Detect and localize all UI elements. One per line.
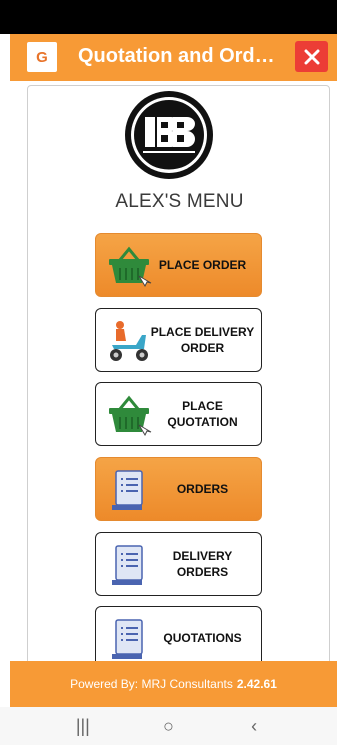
brand-logo	[125, 91, 213, 179]
menu-card: ALEX'S MENU PLACE ORDER PLACE DELIVERY O…	[27, 85, 330, 675]
close-button[interactable]	[295, 41, 328, 72]
footer-version: 2.42.61	[236, 677, 277, 691]
place-order-label: PLACE ORDER	[158, 258, 247, 272]
app-header: G Quotation and Orde...	[10, 34, 337, 81]
footer: Powered By: MRJ Consultants 2.42.61	[10, 661, 337, 707]
delivery-orders-button[interactable]: DELIVERY ORDERS	[95, 532, 262, 596]
place-order-button[interactable]: PLACE ORDER	[95, 233, 262, 297]
place-quotation-label: PLACE QUOTATION	[167, 399, 238, 429]
delivery-orders-label: DELIVERY ORDERS	[172, 549, 233, 579]
menu-title: ALEX'S MENU	[115, 191, 244, 212]
place-delivery-order-button[interactable]: PLACE DELIVERY ORDER	[95, 308, 262, 372]
app-logo: G	[27, 42, 57, 72]
delivery-scooter-icon	[110, 321, 148, 361]
app-title: Quotation and Orde...	[78, 45, 278, 67]
place-quotation-button[interactable]: PLACE QUOTATION	[95, 382, 262, 446]
quotations-label: QUOTATIONS	[163, 631, 242, 645]
orders-label: ORDERS	[176, 482, 229, 496]
system-nav-bar: ||| ○ ‹	[0, 707, 337, 745]
place-delivery-order-label: PLACE DELIVERY ORDER	[150, 325, 255, 355]
close-icon	[304, 49, 319, 64]
orders-button[interactable]: ORDERS	[95, 457, 262, 521]
status-bar	[0, 0, 337, 34]
home-button[interactable]: ○	[153, 716, 183, 737]
app-logo-letter: G	[36, 48, 48, 66]
document-icon	[112, 545, 143, 585]
back-button[interactable]: ‹	[239, 716, 269, 737]
basket-icon	[109, 395, 152, 437]
recents-button[interactable]: |||	[68, 716, 98, 737]
document-icon	[112, 619, 143, 659]
document-icon	[112, 470, 143, 510]
basket-icon	[109, 246, 152, 288]
footer-powered-by: Powered By: MRJ Consultants	[70, 677, 233, 691]
